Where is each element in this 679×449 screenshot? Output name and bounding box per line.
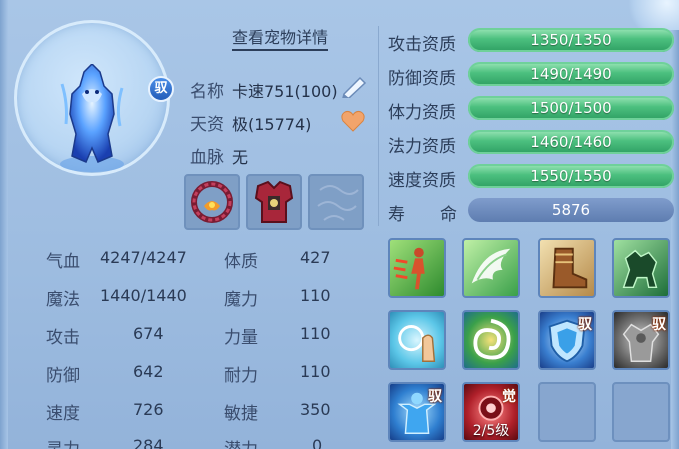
- attr-value: 0: [312, 436, 323, 449]
- necklace-icon: [191, 181, 233, 223]
- skill-slot[interactable]: 驭: [538, 310, 596, 370]
- aptitude-label: 体力资质: [388, 103, 456, 123]
- attr-label: 魔力: [224, 290, 258, 310]
- wing-icon: [471, 248, 511, 284]
- aptitude-bar: 1460/1460: [468, 130, 674, 154]
- aptitude-label: 速度资质: [388, 171, 456, 191]
- life-label-b: 命: [440, 205, 457, 225]
- stat-value: 726: [133, 400, 164, 419]
- aptitude-label: 法力资质: [388, 137, 456, 157]
- stat-value: 284: [133, 436, 164, 449]
- skill-level-label: 2/5级: [472, 423, 510, 439]
- boot-icon: [552, 247, 588, 289]
- life-bar: 5876: [468, 198, 674, 222]
- vortex-icon: [473, 318, 511, 360]
- empty-skill-slot[interactable]: [612, 382, 670, 442]
- stat-label: 灵力: [46, 435, 80, 449]
- heart-icon[interactable]: [341, 110, 365, 132]
- left-frame-edge: [0, 0, 8, 449]
- empty-slot-pattern-icon: [317, 185, 359, 221]
- equip-slot-2[interactable]: [246, 174, 302, 230]
- yu-tag: 驭: [652, 317, 666, 333]
- stat-value: 642: [133, 362, 164, 381]
- yu-badge-icon: 驭: [148, 76, 174, 102]
- equip-slot-3[interactable]: [308, 174, 364, 230]
- pet-detail-window: 驭 查看宠物详情 名称 卡速751(100) 天资 极(15774) 血脉 无: [0, 0, 679, 449]
- aptitude-label: 防御资质: [388, 69, 456, 89]
- stat-label: 攻击: [46, 328, 80, 348]
- stat-value: 4247/4247: [100, 248, 187, 267]
- corner-ornament: [619, 0, 679, 30]
- talent-value: 极(15774): [232, 115, 312, 134]
- running-figure-icon: [393, 247, 425, 290]
- aptitude-bar: 1550/1550: [468, 164, 674, 188]
- attr-label: 体质: [224, 252, 258, 272]
- pet-avatar-icon: [60, 64, 124, 172]
- stat-label: 防御: [46, 366, 80, 386]
- aptitude-label: 攻击资质: [388, 35, 456, 55]
- talent-label: 天资: [190, 115, 224, 135]
- armor-icon: [254, 180, 294, 223]
- attr-value: 110: [300, 362, 331, 381]
- attr-value: 350: [300, 400, 331, 419]
- equip-slot-1[interactable]: [184, 174, 240, 230]
- attr-label: 潜力: [224, 435, 258, 449]
- skill-slot[interactable]: [612, 238, 670, 298]
- page-title[interactable]: 查看宠物详情: [232, 28, 329, 51]
- attr-label: 力量: [224, 328, 258, 348]
- stat-label: 速度: [46, 404, 80, 424]
- aptitude-bar: 1500/1500: [468, 96, 674, 120]
- horse-icon: [622, 249, 658, 289]
- yu-tag: 驭: [578, 317, 592, 333]
- blood-value: 无: [232, 148, 249, 167]
- empty-skill-slot[interactable]: [538, 382, 596, 442]
- stat-label: 魔法: [46, 290, 80, 310]
- yu-tag: 驭: [428, 389, 442, 405]
- skill-slot[interactable]: [538, 238, 596, 298]
- attr-value: 110: [300, 286, 331, 305]
- skill-slot[interactable]: [388, 310, 446, 370]
- awaken-tag: 觉: [502, 389, 516, 405]
- attr-label: 敏捷: [224, 404, 258, 424]
- name-label: 名称: [190, 82, 224, 102]
- skill-slot[interactable]: 觉 2/5级: [462, 382, 520, 442]
- aptitude-bar: 1490/1490: [468, 62, 674, 86]
- edit-name-icon[interactable]: [340, 76, 368, 98]
- blood-label: 血脉: [190, 148, 224, 168]
- stat-label: 气血: [46, 252, 80, 272]
- aptitude-bar: 1350/1350: [468, 28, 674, 52]
- life-label-a: 寿: [388, 205, 405, 225]
- skill-slot[interactable]: 驭: [388, 382, 446, 442]
- attr-label: 耐力: [224, 366, 258, 386]
- attr-value: 427: [300, 248, 331, 267]
- name-value: 卡速751(100): [232, 82, 338, 101]
- skill-slot[interactable]: [462, 310, 520, 370]
- water-hand-icon: [398, 325, 436, 362]
- skill-slot[interactable]: 驭: [612, 310, 670, 370]
- skill-slot[interactable]: [388, 238, 446, 298]
- stat-value: 1440/1440: [100, 286, 187, 305]
- stat-value: 674: [133, 324, 164, 343]
- column-divider: [378, 26, 379, 226]
- skill-slot[interactable]: [462, 238, 520, 298]
- attr-value: 110: [300, 324, 331, 343]
